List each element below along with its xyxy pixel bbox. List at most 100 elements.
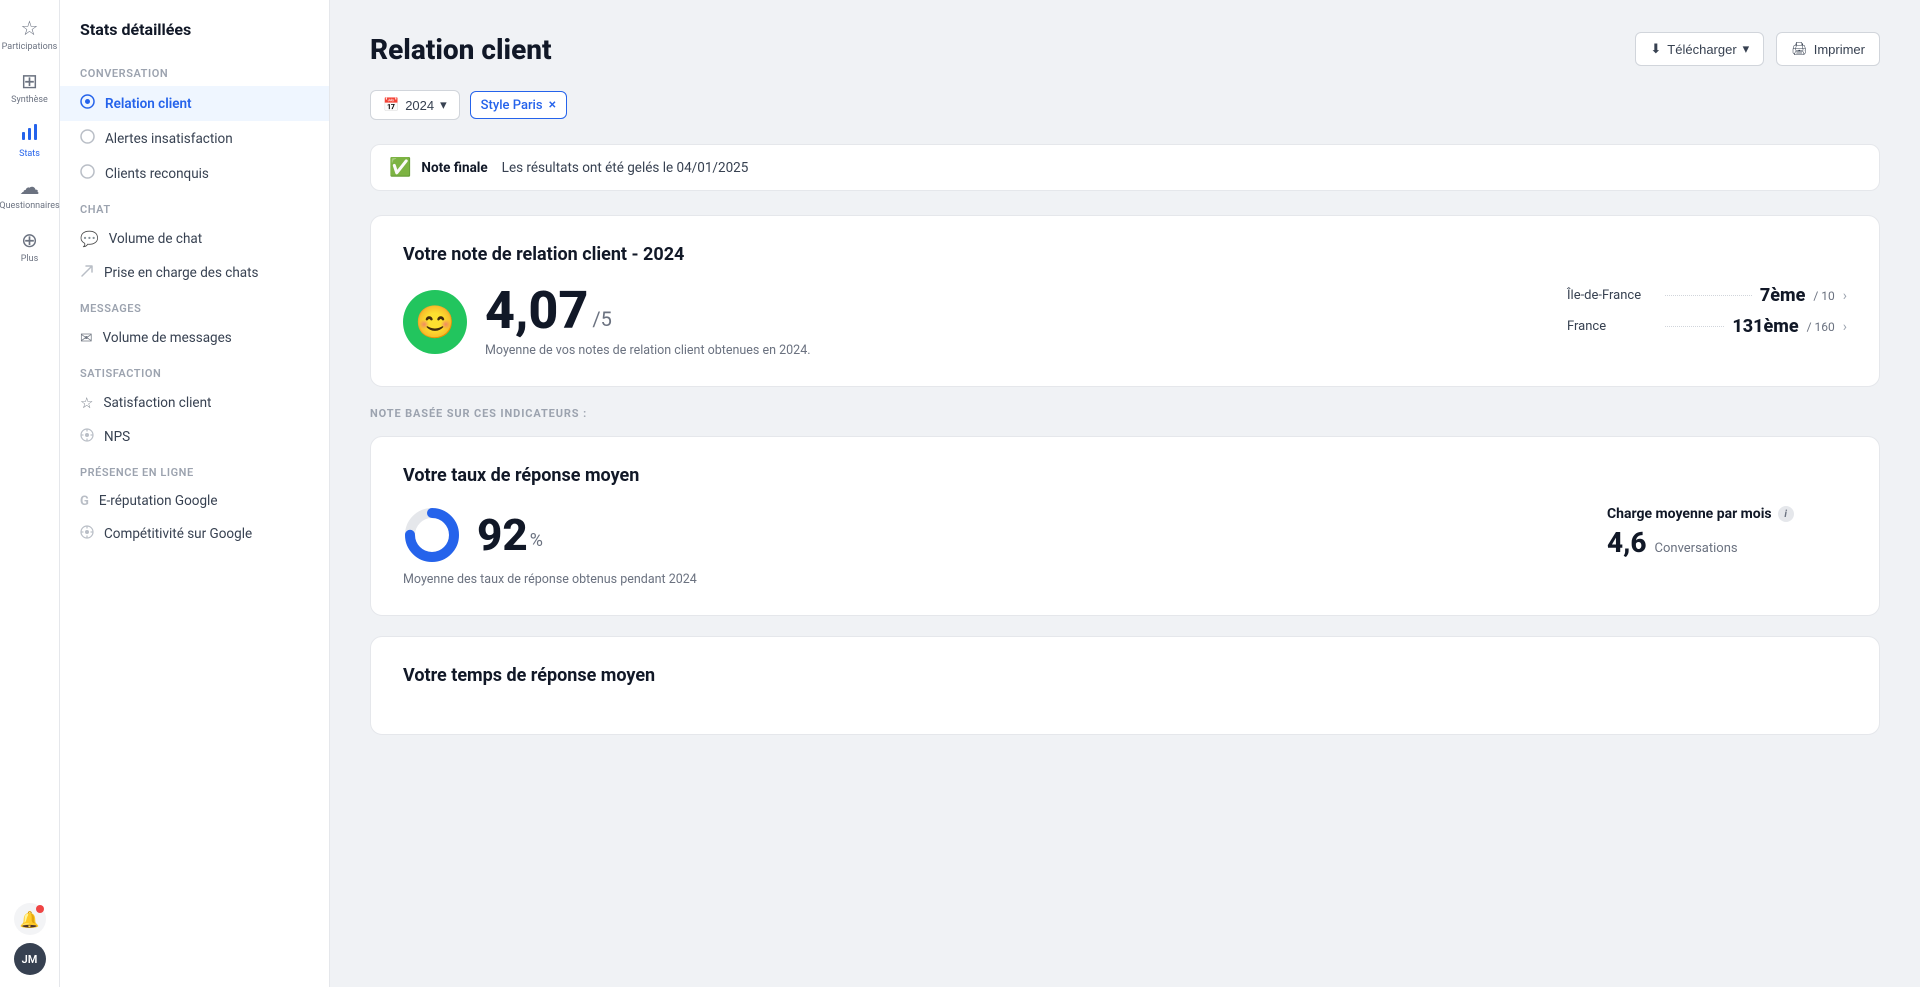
sidebar-item-prise-charge[interactable]: Prise en charge des chats [60, 256, 329, 290]
ereputation-label: E-réputation Google [99, 493, 218, 509]
charge-value: 4,6 [1607, 526, 1647, 559]
score-number: 4,07 [485, 285, 588, 337]
download-chevron-icon: ▾ [1743, 41, 1750, 57]
synthese-label: Synthèse [11, 95, 48, 106]
score-sub: Moyenne de vos notes de relation client … [485, 343, 811, 358]
rank-label-france: France [1567, 319, 1657, 334]
rank-arrow-france[interactable]: › [1843, 319, 1847, 335]
participations-icon: ☆ [21, 16, 39, 40]
volume-messages-label: Volume de messages [103, 330, 232, 346]
icon-bar-item-plus[interactable]: ⊕ Plus [4, 222, 56, 271]
rank-total-idf: / 10 [1813, 289, 1834, 303]
rank-dots-idf [1665, 295, 1752, 296]
sidebar-title: Stats détaillées [60, 20, 329, 55]
volume-chat-label: Volume de chat [109, 231, 202, 247]
rank-arrow-idf[interactable]: › [1843, 288, 1847, 304]
style-paris-tag[interactable]: Style Paris × [470, 91, 567, 119]
main-header: Relation client ⬇ Télécharger ▾ 🖨 Imprim… [370, 32, 1880, 66]
notification-icon[interactable]: 🔔 [14, 903, 46, 935]
response-card-title: Votre taux de réponse moyen [403, 465, 1847, 486]
metric-row: 92 % Moyenne des taux de réponse obtenus… [403, 506, 1847, 587]
stats-label: Stats [19, 149, 40, 160]
sidebar-item-nps[interactable]: NPS [60, 420, 329, 454]
checkmark-icon: ✅ [389, 157, 411, 178]
score-number-wrapper: 4,07 /5 Moyenne de vos notes de relation… [485, 285, 811, 358]
relation-client-icon [80, 94, 95, 113]
note-bar-text: Les résultats ont été gelés le 04/01/202… [502, 160, 749, 176]
stats-icon [20, 122, 40, 147]
icon-bar-item-synthese[interactable]: ⊞ Synthèse [4, 63, 56, 112]
charge-value-row: 4,6 Conversations [1607, 526, 1847, 559]
icon-bar-item-stats[interactable]: Stats [4, 116, 56, 166]
icon-bar-item-questionnaires[interactable]: ☁ Questionnaires [4, 169, 56, 218]
main-content: Relation client ⬇ Télécharger ▾ 🖨 Imprim… [330, 0, 1920, 987]
print-icon: 🖨 [1791, 41, 1808, 57]
icon-bar-item-participations[interactable]: ☆ Participations [4, 10, 56, 59]
year-value: 2024 [405, 98, 434, 113]
print-button[interactable]: 🖨 Imprimer [1776, 32, 1880, 66]
participations-label: Participations [2, 42, 58, 53]
volume-messages-icon: ✉ [80, 329, 93, 347]
nps-icon [80, 428, 94, 446]
sidebar-item-volume-messages[interactable]: ✉ Volume de messages [60, 321, 329, 355]
donut-chart [403, 506, 461, 564]
sidebar-item-satisfaction-client[interactable]: ☆ Satisfaction client [60, 386, 329, 420]
sidebar-item-clients[interactable]: Clients reconquis [60, 156, 329, 191]
score-denom: /5 [592, 307, 612, 331]
user-avatar[interactable]: JM [14, 943, 46, 975]
volume-chat-icon: 💬 [80, 230, 99, 248]
calendar-icon: 📅 [383, 97, 399, 113]
rank-row-france: France 131ème / 160 › [1567, 316, 1847, 337]
response-time-card: Votre temps de réponse moyen [370, 636, 1880, 735]
response-time-title: Votre temps de réponse moyen [403, 665, 1847, 686]
download-button[interactable]: ⬇ Télécharger ▾ [1635, 32, 1764, 66]
charge-unit: Conversations [1655, 541, 1738, 556]
tag-close-icon[interactable]: × [549, 97, 556, 113]
rank-total-france: / 160 [1807, 320, 1835, 334]
alertes-label: Alertes insatisfaction [105, 131, 233, 147]
metric-left: 92 % Moyenne des taux de réponse obtenus… [403, 506, 1575, 587]
clients-label: Clients reconquis [105, 166, 209, 182]
nps-label: NPS [104, 429, 130, 445]
plus-label: Plus [21, 254, 38, 265]
sidebar-section-satisfaction: Satisfaction [60, 355, 329, 386]
page-title: Relation client [370, 33, 552, 66]
metric-right: Charge moyenne par mois i 4,6 Conversati… [1607, 506, 1847, 559]
plus-icon: ⊕ [21, 228, 38, 252]
satisfaction-client-label: Satisfaction client [103, 395, 211, 411]
questionnaires-label: Questionnaires [0, 201, 60, 212]
score-row: 😊 4,07 /5 Moyenne de vos notes de relati… [403, 285, 1847, 358]
rank-row-idf: Île-de-France 7ème / 10 › [1567, 285, 1847, 306]
filter-bar: 📅 2024 ▾ Style Paris × [370, 90, 1880, 120]
sidebar-section-conversation: Conversation [60, 55, 329, 86]
note-bar-label: Note finale [421, 160, 487, 176]
response-card: Votre taux de réponse moyen 92 % [370, 436, 1880, 616]
sidebar-item-relation-client[interactable]: Relation client [60, 86, 329, 121]
score-card-title: Votre note de relation client - 2024 [403, 244, 1847, 265]
satisfaction-client-icon: ☆ [80, 394, 93, 412]
rank-dots-france [1665, 326, 1724, 327]
rank-label-idf: Île-de-France [1567, 288, 1657, 303]
score-card: Votre note de relation client - 2024 😊 4… [370, 215, 1880, 387]
sidebar-item-competitivite[interactable]: Compétitivité sur Google [60, 517, 329, 551]
sidebar: Stats détaillées Conversation Relation c… [60, 0, 330, 987]
sidebar-item-volume-chat[interactable]: 💬 Volume de chat [60, 222, 329, 256]
synthese-icon: ⊞ [21, 69, 38, 93]
section-label: NOTE BASÉE SUR CES INDICATEURS : [370, 407, 1880, 420]
relation-client-label: Relation client [105, 96, 192, 112]
tag-label: Style Paris [481, 98, 543, 113]
icon-bar: ☆ Participations ⊞ Synthèse Stats ☁ Ques… [0, 0, 60, 987]
alertes-icon [80, 129, 95, 148]
header-actions: ⬇ Télécharger ▾ 🖨 Imprimer [1635, 32, 1880, 66]
sidebar-item-ereputation[interactable]: G E-réputation Google [60, 485, 329, 517]
prise-charge-icon [80, 264, 94, 282]
percent-unit: % [530, 530, 543, 551]
response-sub: Moyenne des taux de réponse obtenus pend… [403, 572, 1575, 587]
ereputation-icon: G [80, 494, 89, 509]
charge-info-icon[interactable]: i [1778, 506, 1794, 522]
year-chevron-icon: ▾ [440, 97, 447, 113]
sidebar-item-alertes[interactable]: Alertes insatisfaction [60, 121, 329, 156]
sidebar-section-presence: Présence en ligne [60, 454, 329, 485]
questionnaires-icon: ☁ [20, 175, 40, 199]
year-filter[interactable]: 📅 2024 ▾ [370, 90, 460, 120]
